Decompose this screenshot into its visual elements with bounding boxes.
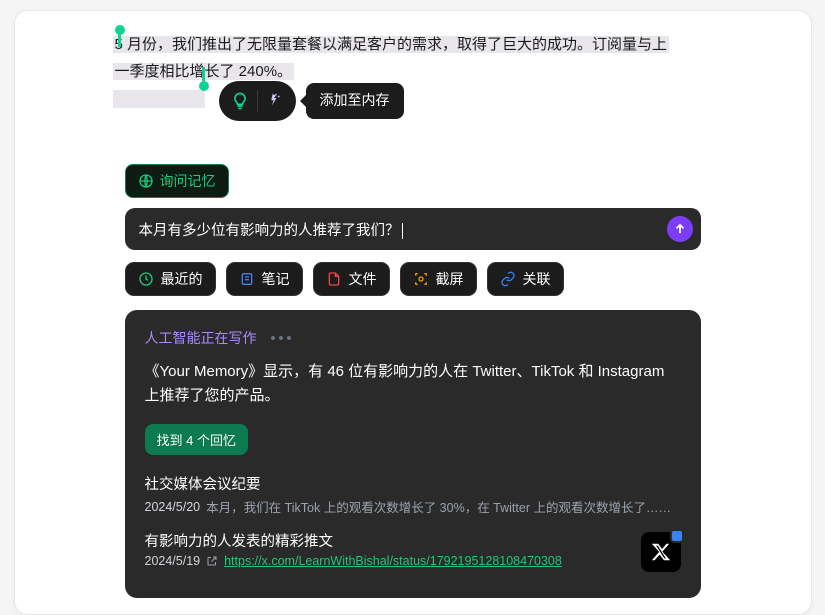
- highlighted-text-line: 5 月份，我们推出了无限量套餐以满足客户的需求，取得了巨大的成功。订阅量与上: [113, 36, 670, 53]
- memory-title: 社交媒体会议纪要: [145, 473, 681, 494]
- link-icon: [500, 271, 516, 287]
- tooltip-label: 添加至内存: [320, 88, 390, 113]
- ask-memory-chip[interactable]: 询问记忆: [125, 164, 229, 198]
- filter-label: 截屏: [436, 269, 464, 289]
- memory-url-link[interactable]: https://x.com/LearnWithBishal/status/179…: [224, 554, 562, 568]
- app-card: 5 月份，我们推出了无限量套餐以满足客户的需求，取得了巨大的成功。订阅量与上 一…: [14, 10, 812, 615]
- filter-label: 笔记: [262, 269, 290, 289]
- ai-status-label: 人工智能正在写作: [145, 328, 257, 348]
- external-link-corner-icon: [670, 529, 684, 543]
- file-icon: [326, 271, 342, 287]
- memory-date: 2024/5/19: [145, 554, 201, 568]
- filter-label: 文件: [349, 269, 377, 289]
- ai-response-text: 《Your Memory》显示，有 46 位有影响力的人在 Twitter、Ti…: [145, 360, 681, 408]
- filter-row: 最近的 笔记 文件 截屏 关联: [125, 262, 701, 296]
- query-input-text: 本月有多少位有影响力的人推荐了我们？: [139, 219, 667, 240]
- x-twitter-icon: [650, 541, 672, 563]
- sparkle-plug-icon[interactable]: [258, 84, 292, 118]
- filter-notes[interactable]: 笔记: [226, 262, 303, 296]
- send-button[interactable]: [667, 216, 693, 242]
- highlighted-text-tail: [113, 90, 205, 108]
- selection-end-handle[interactable]: [199, 81, 209, 91]
- memory-subtitle: 2024/5/20 本月，我们在 TikTok 上的观看次数增长了 30%，在 …: [145, 497, 681, 516]
- clock-icon: [138, 271, 154, 287]
- x-twitter-badge[interactable]: [641, 532, 681, 572]
- text-cursor: [402, 223, 403, 239]
- selection-start-handle[interactable]: [115, 25, 125, 35]
- memory-title: 有影响力的人发表的精彩推文: [145, 530, 681, 551]
- filter-recent[interactable]: 最近的: [125, 262, 216, 296]
- memory-subtitle: 2024/5/19 https://x.com/LearnWithBishal/…: [145, 554, 681, 568]
- found-memories-badge[interactable]: 找到 4 个回忆: [145, 424, 248, 455]
- selection-popover: 添加至内存: [219, 81, 404, 121]
- ai-writing-status: 人工智能正在写作: [145, 328, 681, 348]
- filter-files[interactable]: 文件: [313, 262, 390, 296]
- filter-label: 关联: [523, 269, 551, 289]
- globe-sparkle-icon: [138, 173, 154, 189]
- filter-label: 最近的: [161, 269, 203, 289]
- memory-item[interactable]: 社交媒体会议纪要 2024/5/20 本月，我们在 TikTok 上的观看次数增…: [145, 473, 681, 516]
- memory-item[interactable]: 有影响力的人发表的精彩推文 2024/5/19 https://x.com/Le…: [145, 530, 681, 568]
- action-pill: [219, 81, 296, 121]
- screenshot-icon: [413, 271, 429, 287]
- external-link-icon: [206, 555, 218, 567]
- ai-response-panel: 人工智能正在写作 《Your Memory》显示，有 46 位有影响力的人在 T…: [125, 310, 701, 598]
- ask-memory-label: 询问记忆: [160, 171, 216, 191]
- filter-related[interactable]: 关联: [487, 262, 564, 296]
- note-icon: [239, 271, 255, 287]
- selected-text-block[interactable]: 5 月份，我们推出了无限量套餐以满足客户的需求，取得了巨大的成功。订阅量与上 一…: [113, 31, 751, 112]
- add-to-memory-tooltip[interactable]: 添加至内存: [306, 83, 404, 119]
- query-input[interactable]: 本月有多少位有影响力的人推荐了我们？: [125, 208, 701, 250]
- filter-screenshot[interactable]: 截屏: [400, 262, 477, 296]
- lightbulb-icon[interactable]: [223, 84, 257, 118]
- memory-desc: 本月，我们在 TikTok 上的观看次数增长了 30%，在 Twitter 上的…: [206, 497, 671, 516]
- memory-date: 2024/5/20: [145, 500, 201, 514]
- arrow-up-icon: [673, 222, 687, 236]
- loading-dots-icon: [271, 336, 291, 340]
